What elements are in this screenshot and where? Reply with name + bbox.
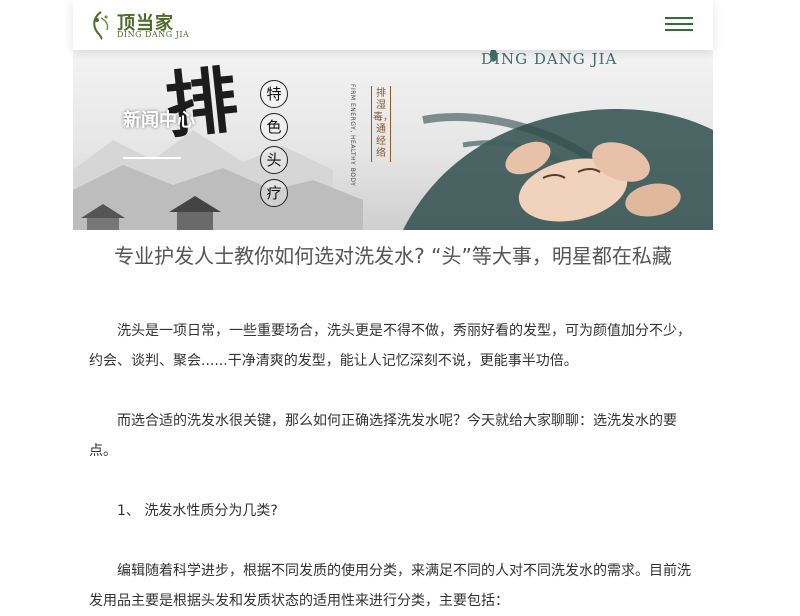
- page: 顶当家 DING DANG JIA 排 特 色 头 疗 FIRM ENERGY,…: [73, 0, 713, 609]
- article-paragraph: 1、 洗发水性质分为几类?: [117, 503, 278, 519]
- menu-bar-top: [665, 17, 693, 19]
- feature-badge: 特: [260, 80, 288, 108]
- article-paragraph: 洗头是一项日常，一些重要场合，洗头更是不得不做，秀丽好看的发型，可为颜值加分不少…: [89, 323, 691, 369]
- logo-english-text: DING DANG JIA: [117, 30, 190, 39]
- article-paragraph: 编辑随着科学进步，根据不同发质的使用分类，来满足不同的人对不同洗发水的需求。目前…: [89, 563, 691, 609]
- feature-badge: 色: [260, 113, 288, 141]
- hamburger-menu-icon[interactable]: [665, 15, 693, 35]
- menu-bar-middle: [665, 23, 693, 25]
- article-title: 专业护发人士教你如何选对洗发水? “头”等大事，明星都在私藏: [114, 244, 672, 268]
- banner: 排 特 色 头 疗 FIRM ENERGY, HEALTHY BODY 排湿毒，…: [73, 50, 713, 230]
- logo-mark-icon: [93, 11, 109, 40]
- banner-section-title: 新闻中心: [123, 110, 195, 131]
- site-logo[interactable]: 顶当家 DING DANG JIA: [89, 8, 189, 42]
- article-paragraph: 而选合适的洗发水很关键，那么如何正确选择洗发水呢？今天就给大家聊聊：选洗发水的要…: [89, 413, 677, 459]
- banner-slogan-english: FIRM ENERGY, HEALTHY BODY: [349, 84, 356, 187]
- banner-feature-badges: 特 色 头 疗: [260, 80, 290, 212]
- site-header: 顶当家 DING DANG JIA: [73, 0, 713, 50]
- banner-brand-text: DING DANG JIA: [481, 50, 618, 68]
- banner-slogan-chinese: 排湿毒，通经络: [371, 86, 393, 162]
- banner-big-character: 排: [161, 56, 242, 149]
- menu-bar-bottom: [665, 29, 693, 31]
- feature-badge: 头: [260, 146, 288, 174]
- banner-title-underline: [123, 157, 181, 159]
- feature-badge: 疗: [260, 179, 288, 207]
